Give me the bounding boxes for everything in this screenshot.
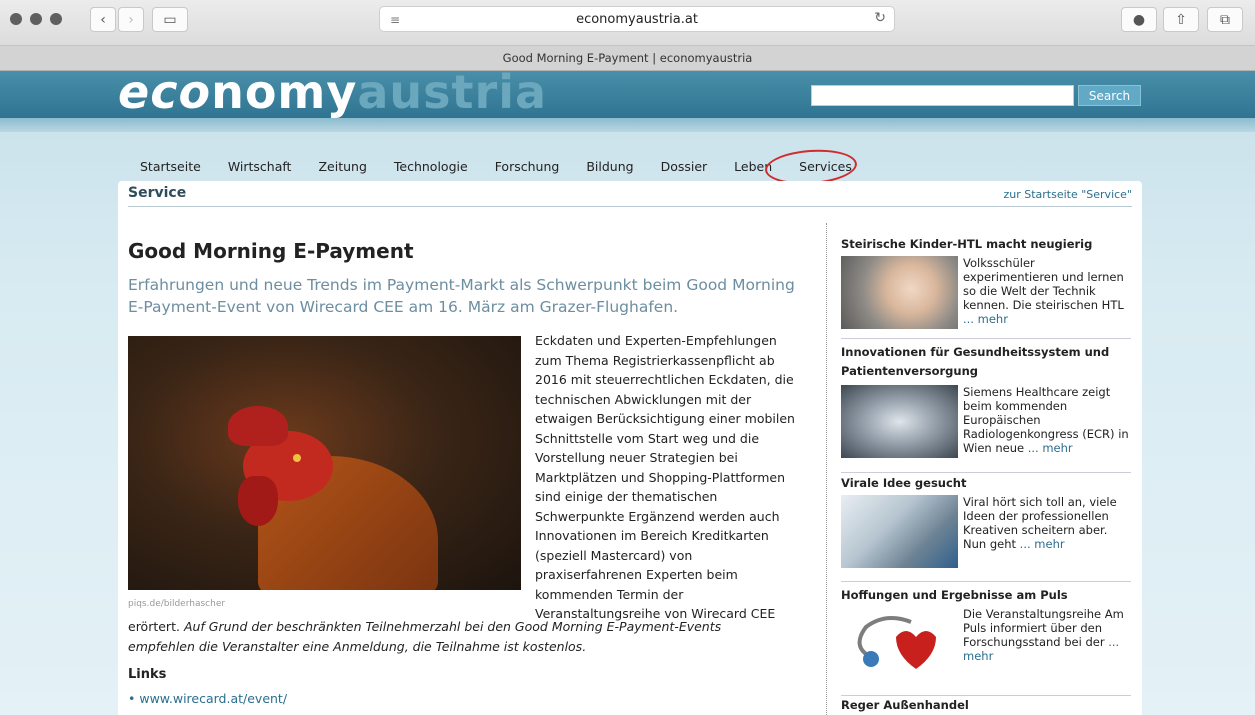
forward-icon[interactable]: › [118, 7, 144, 32]
content-panel: Service zur Startseite "Service" Good Mo… [118, 181, 1142, 715]
sidebar-divider [841, 338, 1131, 339]
site-header: economyaustria Search [0, 65, 1255, 119]
article-title: Good Morning E-Payment [128, 239, 414, 263]
sidebar-item[interactable]: Hoffungen und Ergebnisse am Puls Die Ver… [841, 586, 1131, 680]
more-link[interactable]: ... mehr [1028, 441, 1073, 455]
article-body-continued: erörtert. Auf Grund der beschränkten Tei… [128, 619, 722, 654]
sidebar-divider [841, 472, 1131, 473]
article-body: Eckdaten und Experten-Empfehlungen zum T… [535, 333, 795, 621]
nav-wirtschaft[interactable]: Wirtschaft [228, 159, 292, 179]
sidebar-item-title[interactable]: Hoffungen und Ergebnisse am Puls [841, 586, 1131, 605]
nav-forschung[interactable]: Forschung [495, 159, 560, 179]
close-window-icon[interactable] [10, 13, 22, 25]
address-bar[interactable]: ≡ economyaustria.at ↻ [379, 6, 895, 32]
article-note: Auf Grund der beschränkten Teilnehmerzah… [128, 619, 722, 654]
sidebar-item[interactable]: Innovationen für Gesundheitssystem und P… [841, 343, 1131, 458]
stethoscope-heart-icon [857, 616, 936, 669]
sidebar-item-text: Volksschüler experimentieren und lernen … [963, 256, 1124, 312]
sidebar-item-title[interactable]: Reger Außenhandel [841, 696, 1131, 715]
zoom-window-icon[interactable] [50, 13, 62, 25]
back-icon[interactable]: ‹ [90, 7, 116, 32]
web-page: economyaustria Search Startseite Wirtsch… [0, 65, 1255, 715]
nav-zeitung[interactable]: Zeitung [318, 159, 366, 179]
article-lead: Erfahrungen und neue Trends im Payment-M… [128, 276, 795, 316]
browser-toolbar: ‹ › ▭ ≡ economyaustria.at ↻ ● ⇧ ⧉ [0, 0, 1255, 46]
links-heading: Links [128, 667, 167, 682]
sidebar-item[interactable]: Reger Außenhandel [841, 696, 1131, 715]
sidebar-toggle-icon[interactable]: ▭ [152, 7, 188, 32]
more-link[interactable]: ... mehr [1020, 537, 1065, 551]
sidebar-item[interactable]: Steirische Kinder-HTL macht neugierig Vo… [841, 235, 1131, 329]
header-band [0, 118, 1255, 132]
photo-caption: piqs.de/bilderhascher [128, 599, 226, 609]
sidebar-image-lab[interactable] [841, 495, 958, 568]
sidebar-item[interactable]: Virale Idee gesucht Viral hört sich toll… [841, 474, 1131, 568]
section-home-link[interactable]: zur Startseite "Service" [1003, 188, 1132, 201]
download-icon[interactable]: ● [1121, 7, 1157, 32]
active-tab[interactable]: Good Morning E-Payment | economyaustria [0, 51, 1255, 65]
nav-technologie[interactable]: Technologie [394, 159, 468, 179]
minimize-window-icon[interactable] [30, 13, 42, 25]
sidebar-divider [841, 581, 1131, 582]
section-divider [128, 206, 1132, 207]
sidebar-item-title[interactable]: Innovationen für Gesundheitssystem und P… [841, 343, 1121, 381]
reload-icon[interactable]: ↻ [874, 10, 886, 26]
tabs-icon[interactable]: ⧉ [1207, 7, 1243, 32]
sidebar-item-title[interactable]: Steirische Kinder-HTL macht neugierig [841, 235, 1131, 254]
section-title: Service [128, 185, 187, 201]
site-logo[interactable]: economyaustria [118, 65, 547, 119]
article-photo-rooster [128, 336, 521, 590]
share-icon[interactable]: ⇧ [1163, 7, 1199, 32]
search-button[interactable]: Search [1078, 85, 1141, 106]
column-divider [826, 223, 827, 715]
link-wirecard[interactable]: • www.wirecard.at/event/ [128, 691, 287, 706]
nav-dossier[interactable]: Dossier [661, 159, 708, 179]
sidebar-item-text: Die Veranstaltungsreihe Am Puls informie… [963, 607, 1124, 649]
nav-startseite[interactable]: Startseite [140, 159, 201, 179]
sidebar-image-stethoscope[interactable] [841, 607, 958, 680]
nav-bildung[interactable]: Bildung [586, 159, 633, 179]
search-input[interactable] [811, 85, 1074, 106]
sidebar-image-xray[interactable] [841, 385, 958, 458]
url-text: economyaustria.at [576, 12, 698, 27]
more-link[interactable]: ... mehr [963, 312, 1008, 326]
sidebar-item-title[interactable]: Virale Idee gesucht [841, 474, 1131, 493]
sidebar-image-child[interactable] [841, 256, 958, 329]
